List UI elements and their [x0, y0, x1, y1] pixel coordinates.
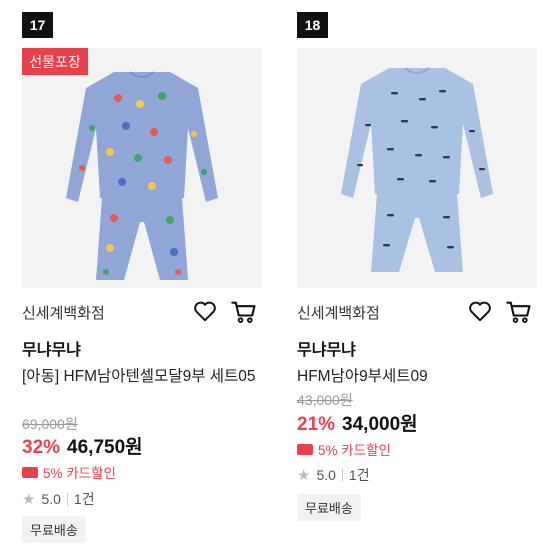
card-discount-label: 5% 카드할인: [43, 466, 116, 481]
star-icon: ★: [297, 467, 311, 484]
review-count: 1건: [73, 491, 95, 507]
gift-wrap-badge: 선물포장: [22, 48, 88, 75]
product-image[interactable]: [22, 48, 262, 288]
product-image[interactable]: [297, 48, 537, 288]
rating-value: 5.0: [316, 467, 336, 483]
card-icon: [297, 443, 313, 455]
brand-label[interactable]: 신세계백화점: [22, 302, 105, 323]
shop-name[interactable]: 무냐무냐: [22, 336, 81, 360]
heart-icon[interactable]: [467, 298, 493, 324]
pajama-set-image: [341, 67, 493, 272]
original-price: 43,000원: [297, 392, 353, 408]
discount-rate: 32%: [22, 437, 61, 458]
cart-icon[interactable]: [505, 298, 533, 326]
review-count: 1건: [348, 467, 370, 483]
card-icon: [22, 466, 38, 478]
product-name[interactable]: HFM남아9부세트09: [297, 366, 537, 387]
brand-label[interactable]: 신세계백화점: [297, 302, 380, 323]
rank-badge: 18: [297, 12, 328, 38]
free-shipping-badge: 무료배송: [297, 494, 361, 521]
free-shipping-badge: 무료배송: [22, 516, 86, 543]
card-discount-label: 5% 카드할인: [318, 443, 391, 458]
divider: [66, 492, 68, 506]
divider: [341, 468, 343, 482]
cart-icon[interactable]: [230, 298, 258, 326]
product-card[interactable]: 18 신세계백화점 무냐무냐 HFM남아9부세트09 43,000원 21% 3…: [297, 0, 559, 550]
original-price: 69,000원: [22, 416, 78, 432]
product-card[interactable]: 17 선물포장 신세계백화점 무냐무냐 [아동] HFM남아텐셀모달9부 세트0…: [22, 0, 284, 550]
sale-price: 46,750원: [67, 437, 143, 458]
price-row: 32% 46,750원: [22, 432, 143, 459]
card-discount: 5% 카드할인: [297, 439, 391, 459]
card-discount: 5% 카드할인: [22, 462, 116, 482]
price-row: 21% 34,000원: [297, 409, 418, 436]
rank-badge: 17: [22, 12, 53, 38]
rating: ★ 5.0 1건: [297, 465, 370, 485]
rating-value: 5.0: [41, 491, 61, 507]
shop-name[interactable]: 무냐무냐: [297, 336, 356, 360]
sale-price: 34,000원: [342, 414, 418, 435]
heart-icon[interactable]: [192, 298, 218, 324]
discount-rate: 21%: [297, 414, 336, 435]
star-icon: ★: [22, 491, 36, 508]
product-name[interactable]: [아동] HFM남아텐셀모달9부 세트05: [22, 366, 262, 387]
pajama-set-image: [66, 71, 218, 280]
rating: ★ 5.0 1건: [22, 489, 95, 509]
